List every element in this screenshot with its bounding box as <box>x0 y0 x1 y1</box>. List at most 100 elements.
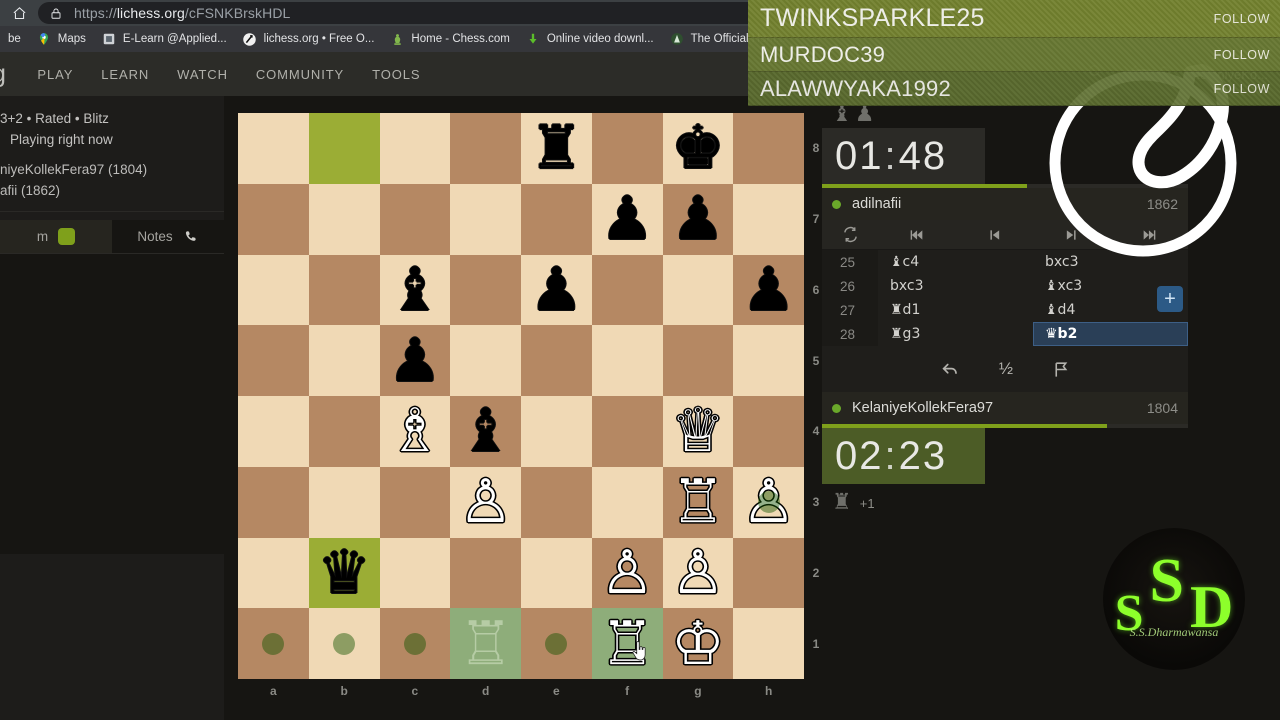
game-player-white[interactable]: niyeKollekFera97 (1804) <box>0 159 224 180</box>
nav-community[interactable]: COMMUNITY <box>242 67 358 82</box>
board-square-f2[interactable]: ♙ <box>591 537 663 609</box>
tab-room[interactable]: m <box>0 220 112 253</box>
board-square-c4[interactable]: ♗ <box>379 396 451 467</box>
board-square-g5[interactable] <box>662 325 734 396</box>
board-square-f1[interactable]: ♖ <box>591 608 663 679</box>
board-square-h6[interactable]: ♟ <box>733 254 804 326</box>
board-square-b4[interactable] <box>308 396 380 467</box>
home-icon[interactable] <box>0 6 38 21</box>
board-square-h7[interactable] <box>733 183 804 255</box>
move-white[interactable]: bxc3 <box>878 274 1033 298</box>
board-square-e7[interactable] <box>521 183 592 255</box>
board-square-a5[interactable] <box>238 325 309 396</box>
game-player-black[interactable]: afii (1862) <box>0 180 224 201</box>
board-square-g2[interactable]: ♙ <box>662 537 734 609</box>
board-square-d5[interactable] <box>450 325 521 396</box>
flip-board-icon[interactable] <box>822 226 878 243</box>
chat-pane[interactable] <box>0 254 224 554</box>
board-square-c6[interactable]: ♝ <box>379 254 451 326</box>
player-bottom-name[interactable]: KelaniyeKollekFera97 <box>852 400 993 416</box>
board-square-d3[interactable]: ♙ <box>450 466 521 538</box>
last-move-icon[interactable] <box>1111 228 1189 242</box>
prev-move-icon[interactable] <box>956 228 1034 242</box>
draw-offer-button[interactable]: ½ <box>999 359 1013 379</box>
board-square-e3[interactable] <box>521 466 592 538</box>
bookmark-item[interactable]: be <box>0 31 21 47</box>
board-square-f6[interactable] <box>591 254 663 326</box>
board-square-a2[interactable] <box>238 537 309 609</box>
board-square-b8[interactable] <box>308 113 380 184</box>
board-square-a1[interactable] <box>238 608 309 679</box>
board-square-a7[interactable] <box>238 183 309 255</box>
move-black[interactable]: bxc3 <box>1033 250 1188 274</box>
board-square-d8[interactable] <box>450 113 521 184</box>
board-square-c5[interactable]: ♟ <box>379 325 451 396</box>
follow-button[interactable]: FOLLOW <box>1214 82 1280 96</box>
resign-flag-icon[interactable] <box>1051 360 1071 379</box>
first-move-icon[interactable] <box>878 228 956 242</box>
board-square-d2[interactable] <box>450 537 521 609</box>
bookmark-item[interactable]: Home - Chess.com <box>389 31 510 47</box>
board-square-c3[interactable] <box>379 466 451 538</box>
board-square-e1[interactable] <box>521 608 592 679</box>
nav-learn[interactable]: LEARN <box>87 67 163 82</box>
board-square-a8[interactable] <box>238 113 309 184</box>
bookmark-item[interactable]: Online video downl... <box>525 31 654 47</box>
board-square-g6[interactable] <box>662 254 734 326</box>
board-square-c2[interactable] <box>379 537 451 609</box>
board-square-a6[interactable] <box>238 254 309 326</box>
board-square-d7[interactable] <box>450 183 521 255</box>
board-square-g1[interactable]: ♔ <box>662 608 734 679</box>
board-square-a3[interactable] <box>238 466 309 538</box>
plus-icon[interactable]: + <box>1157 286 1183 312</box>
board-square-f3[interactable] <box>591 466 663 538</box>
board-square-g8[interactable]: ♚ <box>662 113 734 184</box>
board-square-e4[interactable] <box>521 396 592 467</box>
board-square-f4[interactable] <box>591 396 663 467</box>
follow-button[interactable]: FOLLOW <box>1214 48 1280 62</box>
board-square-h1[interactable] <box>733 608 804 679</box>
tab-notes[interactable]: Notes <box>112 220 224 253</box>
board-square-e8[interactable]: ♜ <box>521 113 592 184</box>
chessboard[interactable]: ♜ ♚ ♟ ♟ ♝ ♟ ♟ ♟ ♗ ♝ ♕ ♙ ♖ ♙ ♛ ♙ ♙ ♖ ♖ ♔ <box>238 113 804 679</box>
bookmark-item[interactable]: lichess.org • Free O... <box>242 31 374 47</box>
next-move-icon[interactable] <box>1033 228 1111 242</box>
lichess-logo[interactable]: g <box>0 60 23 89</box>
board-square-c1[interactable] <box>379 608 451 679</box>
bookmark-item[interactable]: Maps <box>36 31 86 47</box>
board-square-b5[interactable] <box>308 325 380 396</box>
notification-item[interactable]: TWINKSPARKLE25 FOLLOW <box>748 0 1280 38</box>
board-square-d6[interactable] <box>450 254 521 326</box>
board-square-g7[interactable]: ♟ <box>662 183 734 255</box>
board-square-c7[interactable] <box>379 183 451 255</box>
board-square-d1[interactable]: ♖ <box>450 608 521 679</box>
move-black[interactable]: ♛b2 <box>1033 322 1188 346</box>
board-square-c8[interactable] <box>379 113 451 184</box>
board-square-d4[interactable]: ♝ <box>450 396 521 467</box>
nav-play[interactable]: PLAY <box>23 67 87 82</box>
move-white[interactable]: ♜g3 <box>878 322 1033 346</box>
move-white[interactable]: ♜d1 <box>878 298 1033 322</box>
notification-item[interactable]: ALAWWYAKA1992 FOLLOW <box>748 72 1280 106</box>
board-square-f5[interactable] <box>591 325 663 396</box>
nav-watch[interactable]: WATCH <box>163 67 242 82</box>
board-square-h4[interactable] <box>733 396 804 467</box>
board-square-b3[interactable] <box>308 466 380 538</box>
board-square-f8[interactable] <box>591 113 663 184</box>
takeback-icon[interactable] <box>939 360 961 378</box>
board-square-f7[interactable]: ♟ <box>591 183 663 255</box>
board-square-h2[interactable] <box>733 537 804 609</box>
board-square-h3[interactable]: ♙ <box>733 466 804 538</box>
player-top-name[interactable]: adilnafii <box>852 196 901 212</box>
board-square-h8[interactable] <box>733 113 804 184</box>
board-square-b6[interactable] <box>308 254 380 326</box>
nav-tools[interactable]: TOOLS <box>358 67 434 82</box>
board-square-b2[interactable]: ♛ <box>308 537 380 609</box>
board-square-a4[interactable] <box>238 396 309 467</box>
board-square-e2[interactable] <box>521 537 592 609</box>
phone-icon[interactable] <box>183 229 199 245</box>
board-square-b1[interactable] <box>308 608 380 679</box>
board-square-h5[interactable] <box>733 325 804 396</box>
board-square-g3[interactable]: ♖ <box>662 466 734 538</box>
move-white[interactable]: ♝c4 <box>878 250 1033 274</box>
